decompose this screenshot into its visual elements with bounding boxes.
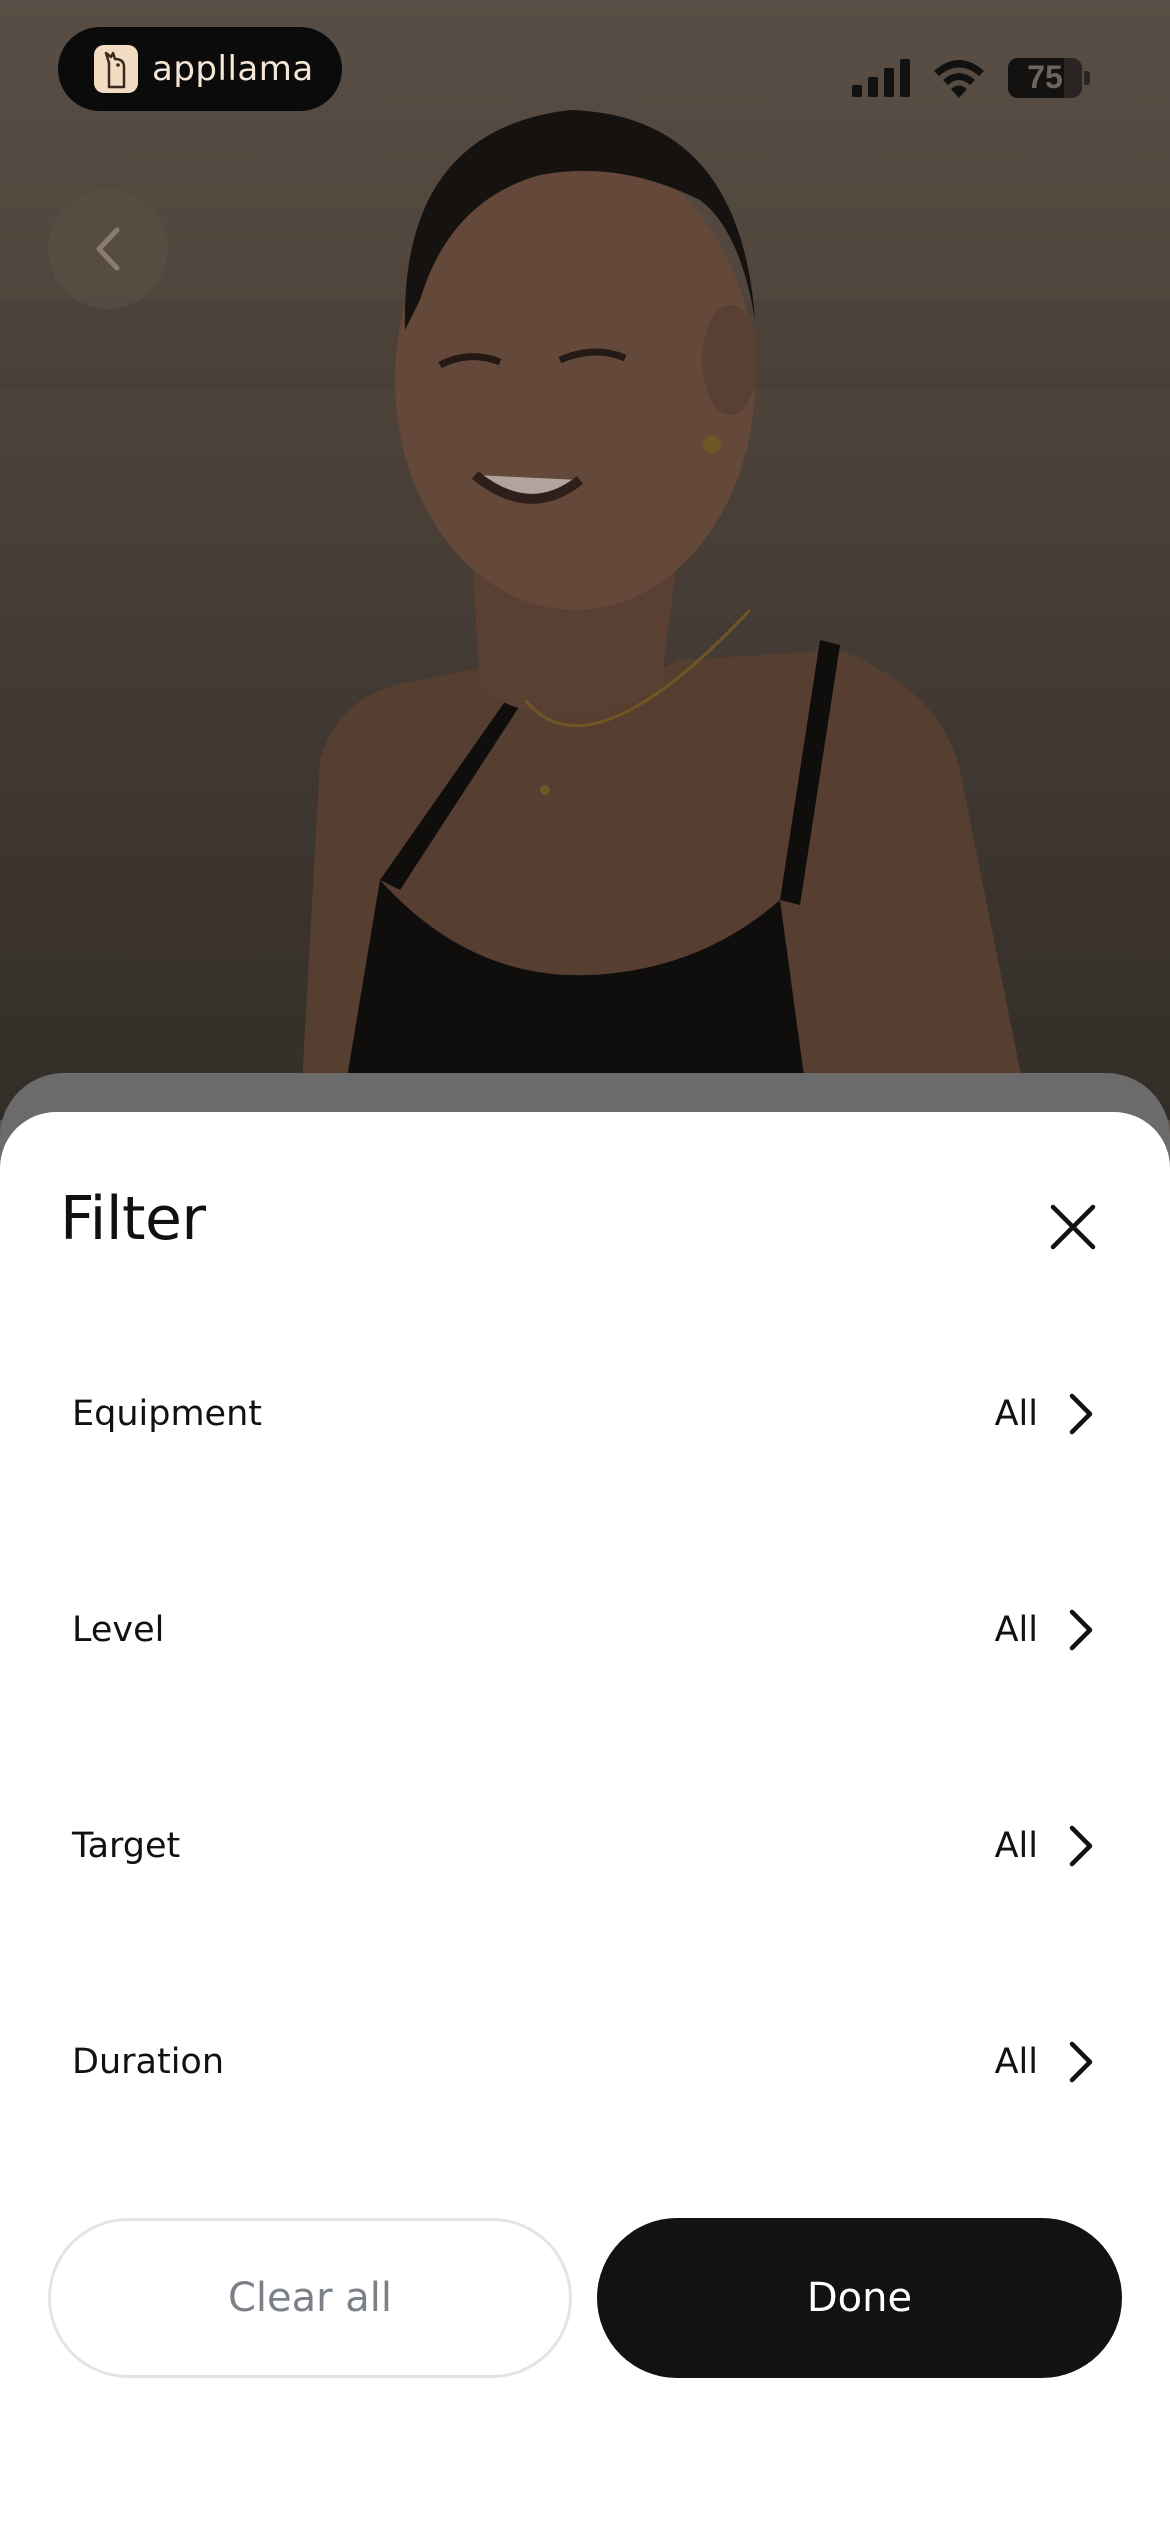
filter-label: Target bbox=[72, 1826, 181, 1866]
filter-row-duration[interactable]: Duration All bbox=[0, 2002, 1170, 2122]
filter-value: All bbox=[994, 1394, 1038, 1434]
close-button[interactable] bbox=[1034, 1188, 1112, 1266]
chevron-right-icon bbox=[1066, 1823, 1102, 1869]
chevron-right-icon bbox=[1066, 2039, 1102, 2085]
photo-overlay bbox=[0, 0, 1170, 1120]
filter-value: All bbox=[994, 2042, 1038, 2082]
filter-sheet: Filter Equipment All Level All Target Al… bbox=[0, 1112, 1170, 2532]
filter-row-target[interactable]: Target All bbox=[0, 1786, 1170, 1906]
wifi-icon bbox=[934, 59, 984, 98]
filter-value: All bbox=[994, 1610, 1038, 1650]
close-icon bbox=[1050, 1204, 1096, 1250]
chevron-right-icon bbox=[1066, 1607, 1102, 1653]
back-button[interactable] bbox=[48, 189, 168, 309]
llama-logo-icon bbox=[94, 45, 138, 93]
filter-row-level[interactable]: Level All bbox=[0, 1570, 1170, 1690]
battery-tip bbox=[1084, 70, 1090, 85]
battery-icon: 75 bbox=[1008, 57, 1082, 98]
app-badge[interactable]: appllama bbox=[58, 27, 342, 111]
done-button[interactable]: Done bbox=[597, 2218, 1122, 2378]
filter-label: Equipment bbox=[72, 1394, 262, 1434]
cellular-signal-icon bbox=[852, 58, 910, 97]
sheet-title: Filter bbox=[60, 1184, 206, 1254]
clear-all-button[interactable]: Clear all bbox=[48, 2218, 572, 2378]
filter-value: All bbox=[994, 1826, 1038, 1866]
filter-label: Duration bbox=[72, 2042, 225, 2082]
filter-label: Level bbox=[72, 1610, 165, 1650]
battery-level: 75 bbox=[1027, 59, 1063, 95]
status-icons: 75 bbox=[852, 55, 1090, 100]
chevron-left-icon bbox=[96, 227, 120, 271]
filter-row-equipment[interactable]: Equipment All bbox=[0, 1354, 1170, 1474]
chevron-right-icon bbox=[1066, 1391, 1102, 1437]
app-name-label: appllama bbox=[152, 49, 314, 89]
